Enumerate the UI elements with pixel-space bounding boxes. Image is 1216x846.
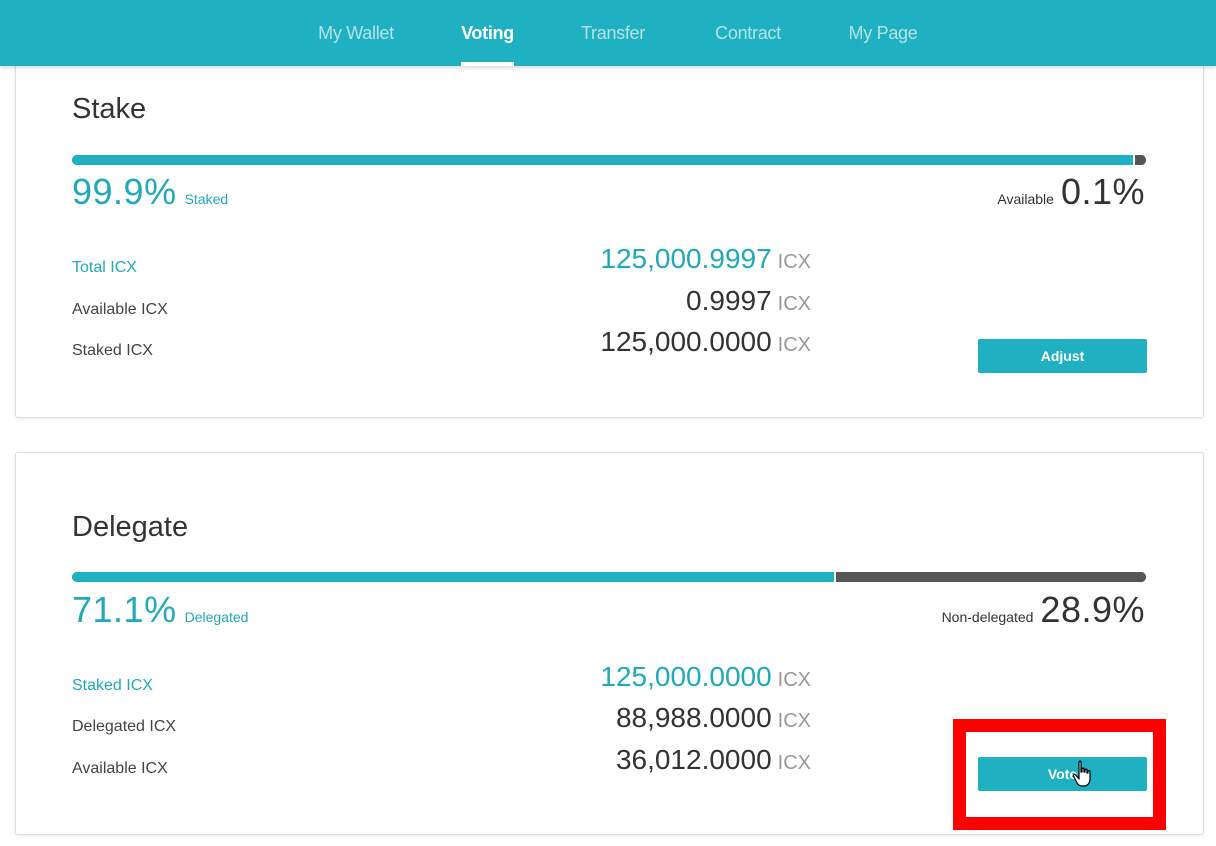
delegate-card: Delegate 71.1% Delegated Non-delegated 2… (15, 452, 1204, 835)
delegated-icx-label: Delegated ICX (72, 718, 177, 735)
staked-percent-label: Staked (184, 191, 229, 207)
available-icx-amount: 0.9997 (686, 285, 772, 316)
delegate-available-icx-value: 36,012.0000 ICX (616, 744, 811, 776)
nav-tab-transfer[interactable]: Transfer (578, 0, 648, 66)
nav-tab-contract[interactable]: Contract (710, 0, 786, 66)
delegated-icx-value: 88,988.0000 ICX (616, 702, 811, 734)
delegated-icx-unit: ICX (777, 710, 811, 732)
total-icx-label: Total ICX (72, 259, 137, 276)
delegated-percent-label: Delegated (184, 609, 249, 625)
nondelegated-percentage: Non-delegated 28.9% (942, 589, 1145, 631)
staked-percentage: 99.9% Staked (72, 171, 228, 213)
total-icx-value: 125,000.9997 ICX (600, 243, 811, 275)
delegate-title: Delegate (72, 511, 189, 543)
delegate-progress-fill (72, 572, 834, 582)
nondelegated-percent-label: Non-delegated (941, 609, 1034, 625)
total-icx-unit: ICX (777, 251, 811, 273)
delegate-staked-icx-label: Staked ICX (72, 677, 153, 694)
staked-icx-value: 125,000.0000 ICX (600, 326, 811, 358)
available-percent-value: 0.1% (1060, 171, 1145, 212)
staked-percent-value: 99.9% (72, 171, 177, 212)
delegate-available-icx-label: Available ICX (72, 760, 168, 777)
available-percentage: Available 0.1% (997, 171, 1145, 213)
top-navigation: My Wallet Voting Transfer Contract My Pa… (0, 0, 1216, 66)
available-icx-unit: ICX (777, 293, 811, 315)
stake-progress-bar (72, 155, 1146, 165)
stake-progress-remainder (1135, 155, 1146, 165)
delegate-staked-icx-value: 125,000.0000 ICX (600, 661, 811, 693)
staked-icx-amount: 125,000.0000 (600, 326, 772, 357)
hand-pointer-icon (1072, 760, 1091, 787)
delegate-available-icx-unit: ICX (777, 752, 811, 774)
stake-progress-fill (72, 155, 1133, 165)
nav-tab-voting[interactable]: Voting (461, 0, 514, 66)
delegate-available-icx-amount: 36,012.0000 (615, 744, 772, 775)
delegated-percentage: 71.1% Delegated (72, 589, 248, 631)
delegate-progress-bar (72, 572, 1146, 582)
staked-icx-unit: ICX (777, 334, 811, 356)
vote-button[interactable]: Vote (978, 757, 1147, 791)
nav-tab-my-page[interactable]: My Page (846, 0, 920, 66)
delegated-percent-value: 71.1% (72, 589, 177, 630)
available-icx-value: 0.9997 ICX (686, 285, 811, 317)
nondelegated-percent-value: 28.9% (1040, 589, 1145, 630)
available-percent-label: Available (997, 191, 1054, 207)
stake-card: Stake 99.9% Staked Available 0.1% Total … (15, 50, 1204, 418)
delegate-progress-remainder (836, 572, 1146, 582)
stake-title: Stake (72, 93, 147, 125)
available-icx-label: Available ICX (72, 301, 168, 318)
nav-tab-my-wallet[interactable]: My Wallet (310, 0, 402, 66)
adjust-button[interactable]: Adjust (978, 339, 1147, 373)
delegate-staked-icx-amount: 125,000.0000 (600, 661, 772, 692)
delegated-icx-amount: 88,988.0000 (615, 702, 772, 733)
delegate-staked-icx-unit: ICX (777, 669, 811, 691)
staked-icx-label: Staked ICX (72, 342, 153, 359)
total-icx-amount: 125,000.9997 (600, 243, 772, 274)
